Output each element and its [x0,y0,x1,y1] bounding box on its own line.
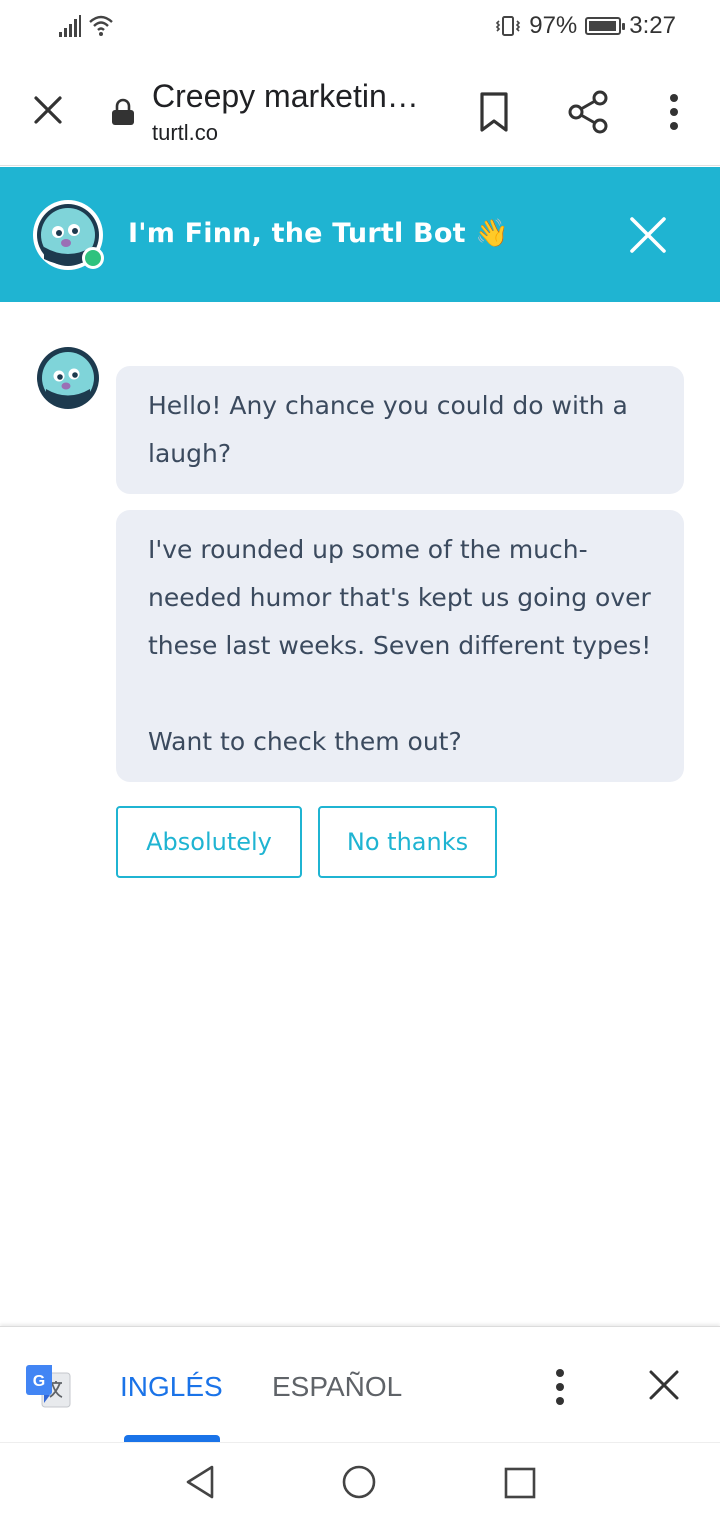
chat-close-icon[interactable] [626,213,670,257]
bot-avatar-small [37,347,99,409]
share-icon[interactable] [566,88,610,136]
vibrate-icon [496,16,521,36]
reply-no-thanks-button[interactable]: No thanks [318,806,497,878]
signal-icon [59,15,81,37]
browser-toolbar: Creepy marketin… turtl.co [0,56,720,166]
battery-percent: 97% [529,12,578,39]
page-url[interactable]: turtl.co [152,120,218,146]
chat-message: Hello! Any chance you could do with a la… [116,366,684,494]
wifi-icon [89,15,113,36]
battery-fill [589,21,617,31]
status-right: 97% 3:27 [495,12,676,40]
message-line: needed humor that's kept us going over [148,583,651,612]
more-vert-icon[interactable] [548,1365,572,1409]
battery-icon [585,17,626,35]
more-vert-icon[interactable] [660,88,688,136]
tab-lang-ingles[interactable]: INGLÉS [120,1371,223,1403]
page-title[interactable]: Creepy marketin… [152,78,432,115]
message-line: Hello! Any chance you could do with a [148,391,628,420]
home-icon[interactable] [340,1463,378,1501]
translate-bar: G INGLÉS ESPAÑOL [0,1326,720,1443]
status-left [58,14,114,38]
message-line: Want to check them out? [148,727,462,756]
lock-icon [112,98,134,125]
close-icon[interactable] [646,1367,682,1403]
svg-text:G: G [33,1373,45,1390]
status-bar: 97% 3:27 [0,0,720,56]
chat-header: I'm Finn, the Turtl Bot 👋 [0,167,720,302]
message-line: laugh? [148,439,232,468]
recent-apps-icon[interactable] [502,1465,538,1501]
message-line: these last weeks. Seven different types! [148,631,652,660]
bookmark-icon[interactable] [474,90,514,134]
online-status-indicator [82,247,104,269]
chat-message: I've rounded up some of the much- needed… [116,510,684,782]
tab-lang-espanol[interactable]: ESPAÑOL [272,1371,402,1403]
system-nav-bar [0,1442,720,1520]
chat-header-title: I'm Finn, the Turtl Bot 👋 [128,218,510,249]
message-line: I've rounded up some of the much- [148,535,588,564]
reply-absolutely-button[interactable]: Absolutely [116,806,302,878]
back-icon[interactable] [182,1463,218,1501]
google-translate-icon: G [26,1365,71,1408]
close-icon[interactable] [28,90,68,130]
clock: 3:27 [629,12,676,39]
